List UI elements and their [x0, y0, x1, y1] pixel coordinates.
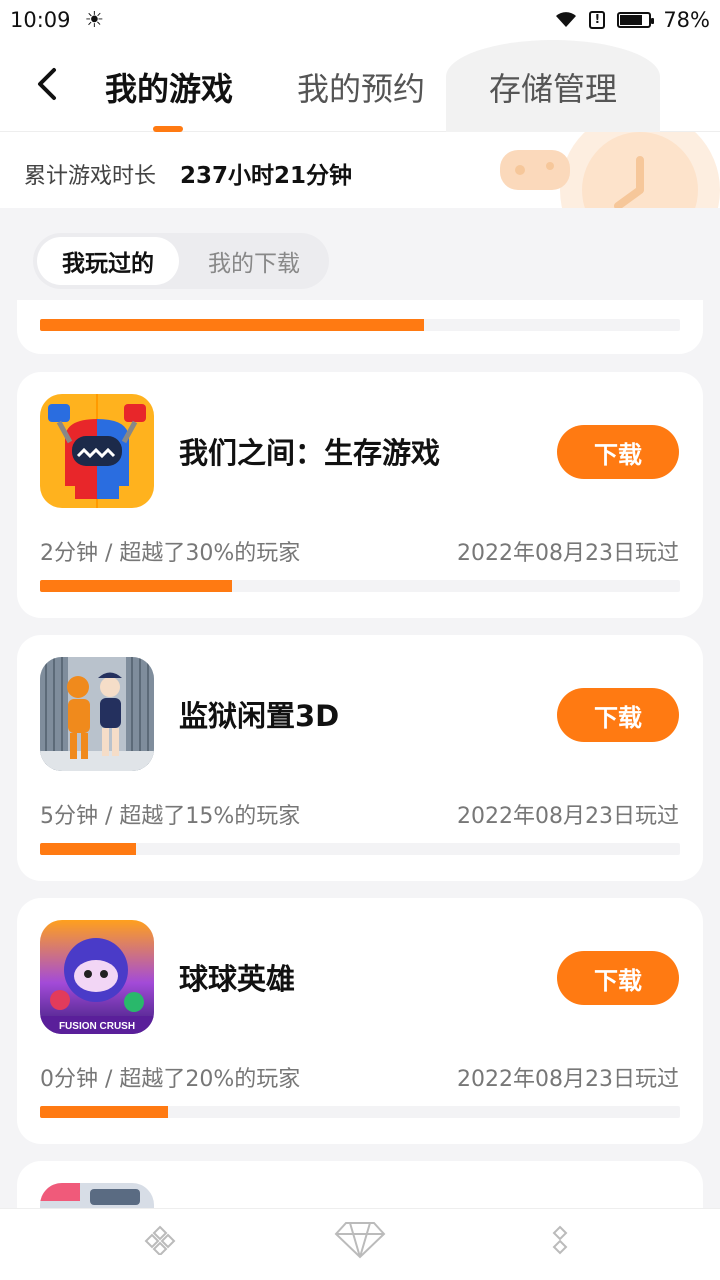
play-progress-track: [40, 843, 680, 855]
download-button[interactable]: 下载: [557, 425, 679, 479]
game-stats: 0分钟 / 超越了20%的玩家: [40, 1067, 301, 1092]
play-progress-track: [40, 319, 680, 331]
bottom-navigation: [0, 1208, 720, 1280]
play-progress-fill: [40, 1106, 168, 1118]
game-card-partial: [17, 300, 703, 354]
fusion-crush-icon: FUSION CRUSH: [40, 920, 154, 1034]
filter-downloads[interactable]: 我的下载: [183, 237, 325, 285]
filter-played[interactable]: 我玩过的: [37, 237, 179, 285]
game-title: 监狱闲置3D: [179, 699, 340, 733]
download-button[interactable]: 下载: [557, 688, 679, 742]
back-arrow-icon[interactable]: [30, 62, 66, 106]
playtime-label: 累计游戏时长: [24, 164, 157, 189]
prison-icon: [40, 657, 154, 771]
clock-gamepad-decoration-icon: [500, 132, 720, 208]
played-download-filter: 我玩过的 我的下载: [33, 233, 329, 289]
playtime-value: 237小时21分钟: [180, 163, 353, 189]
game-title: 我们之间：生存游戏: [179, 436, 441, 470]
tab-my-reservations[interactable]: 我的预约: [297, 64, 425, 110]
nav-games-icon[interactable]: [144, 1223, 176, 1255]
wifi-icon: [556, 12, 577, 27]
playtime-summary: 累计游戏时长 237小时21分钟: [0, 132, 720, 208]
battery-icon: [617, 12, 655, 28]
play-progress-track: [40, 580, 680, 592]
game-stats: 2分钟 / 超越了30%的玩家: [40, 541, 301, 566]
status-bar: 10:09 ☀ ! 78%: [0, 0, 720, 40]
last-played-date: 2022年08月23日玩过: [457, 1067, 679, 1092]
top-tab-bar: 我的游戏 我的预约 存储管理: [0, 40, 720, 132]
status-time: 10:09: [10, 8, 71, 32]
nav-discover-icon[interactable]: [544, 1223, 576, 1255]
last-played-date: 2022年08月23日玩过: [457, 804, 679, 829]
game-card[interactable]: 监狱闲置3D 下载 5分钟 / 超越了15%的玩家 2022年08月23日玩过: [17, 635, 703, 881]
game-title: 球球英雄: [179, 962, 296, 996]
tab-my-games[interactable]: 我的游戏: [105, 64, 233, 110]
download-button[interactable]: 下载: [557, 951, 679, 1005]
play-progress-fill: [40, 580, 232, 592]
play-progress-track: [40, 1106, 680, 1118]
game-card[interactable]: 我们之间：生存游戏 下载 2分钟 / 超越了30%的玩家 2022年08月23日…: [17, 372, 703, 618]
fusion-crush-icon-text: FUSION CRUSH: [59, 1021, 135, 1032]
game-card[interactable]: FUSION CRUSH 球球英雄 下载 0分钟 / 超越了20%的玩家 202…: [17, 898, 703, 1144]
play-progress-fill: [40, 843, 136, 855]
play-progress-fill: [40, 319, 424, 331]
last-played-date: 2022年08月23日玩过: [457, 541, 679, 566]
battery-percent: 78%: [663, 8, 710, 32]
brightness-icon: ☀: [84, 7, 105, 33]
nav-diamond-icon[interactable]: [334, 1219, 386, 1259]
among-us-style-icon: [40, 394, 154, 508]
alert-icon: !: [589, 11, 606, 29]
tab-storage-management[interactable]: 存储管理: [489, 64, 617, 110]
game-stats: 5分钟 / 超越了15%的玩家: [40, 804, 301, 829]
